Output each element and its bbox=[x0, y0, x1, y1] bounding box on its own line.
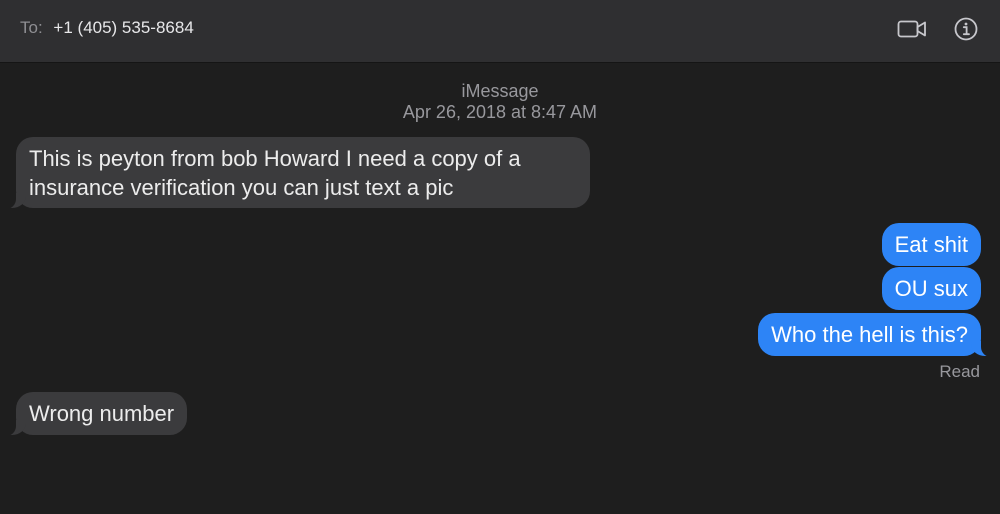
video-camera-icon bbox=[897, 20, 926, 38]
outgoing-message-bubble[interactable]: Who the hell is this? bbox=[758, 313, 993, 357]
to-label: To: bbox=[20, 18, 43, 37]
message-text: Eat shit bbox=[894, 232, 968, 257]
service-label: iMessage bbox=[461, 81, 539, 101]
message-text: Wrong number bbox=[29, 401, 175, 426]
outgoing-message-bubble[interactable]: Eat shit bbox=[881, 223, 981, 266]
info-button[interactable] bbox=[951, 14, 981, 44]
info-icon bbox=[954, 17, 978, 41]
messages-window: To: +1 (405) 535-8684 iMessage Apr 26, 2… bbox=[0, 0, 1000, 514]
message-text: This is peyton from bob Howard I need a … bbox=[29, 146, 521, 200]
video-call-button[interactable] bbox=[897, 14, 927, 44]
message-date: Apr 26, 2018 at 8:47 AM bbox=[402, 102, 598, 122]
conversation-timestamp: iMessage Apr 26, 2018 at 8:47 AM bbox=[0, 81, 1000, 123]
incoming-message-bubble[interactable]: This is peyton from bob Howard I need a … bbox=[4, 137, 590, 209]
message-text: Who the hell is this? bbox=[771, 322, 968, 347]
message-text: OU sux bbox=[894, 276, 968, 301]
conversation-header: To: +1 (405) 535-8684 bbox=[0, 0, 1000, 63]
incoming-message-bubble[interactable]: Wrong number bbox=[3, 392, 188, 436]
read-receipt: Read bbox=[939, 362, 980, 381]
recipient-number[interactable]: +1 (405) 535-8684 bbox=[53, 18, 193, 37]
recipient-row[interactable]: To: +1 (405) 535-8684 bbox=[20, 18, 194, 38]
outgoing-message-bubble[interactable]: OU sux bbox=[881, 267, 981, 310]
